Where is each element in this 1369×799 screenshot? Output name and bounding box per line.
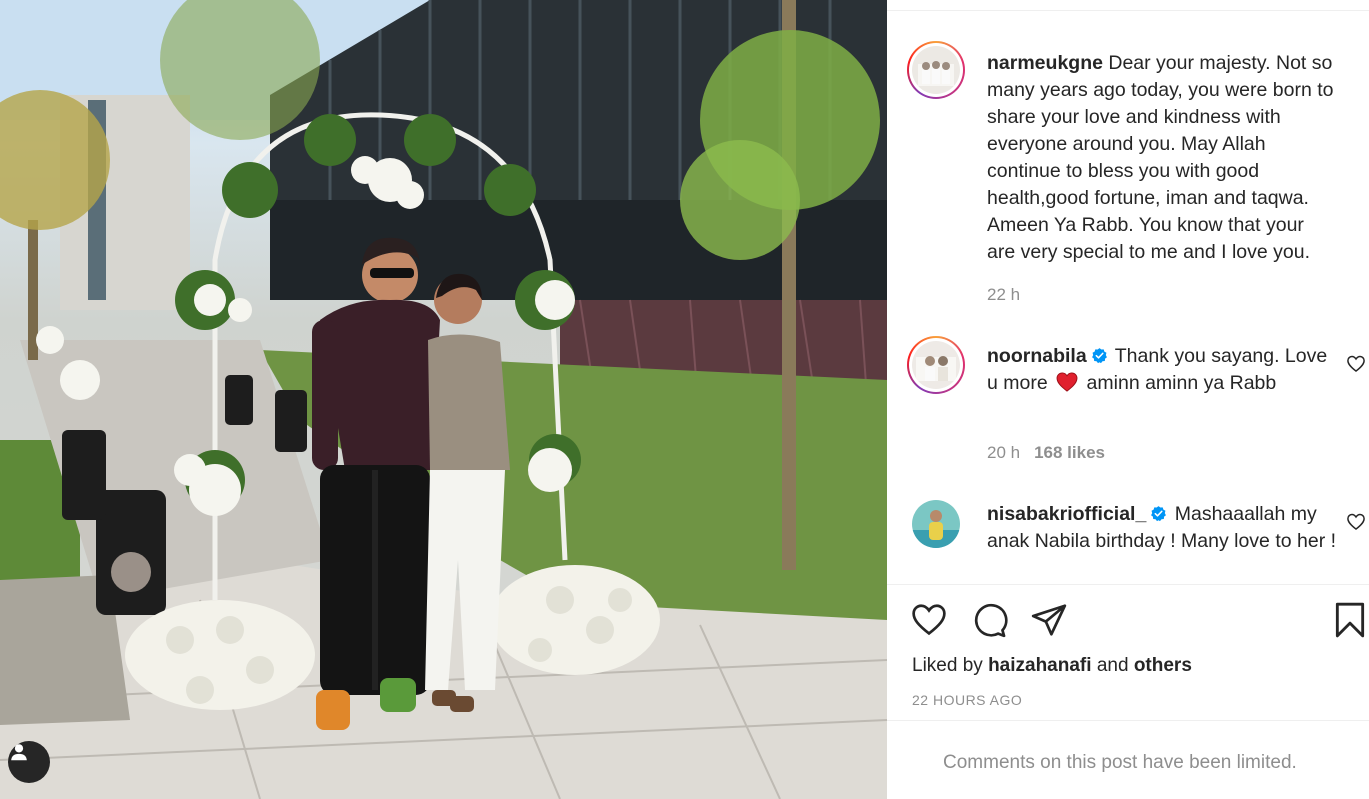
action-bar — [887, 600, 1369, 644]
user-tag-button[interactable] — [8, 741, 50, 783]
comment-username[interactable]: nisabakriofficial_ — [987, 503, 1146, 525]
comment-username[interactable]: noornabila — [987, 345, 1087, 367]
comment-like-heart-icon[interactable] — [1346, 354, 1366, 374]
comment-time[interactable]: 20 h — [987, 443, 1020, 462]
avatar-image — [912, 46, 960, 94]
avatar-image — [912, 341, 960, 389]
comment-like-heart-icon[interactable] — [1346, 512, 1366, 532]
save-button[interactable] — [1330, 600, 1369, 640]
liked-by-user[interactable]: haizahanafi — [988, 655, 1091, 676]
post-photo[interactable] — [0, 0, 887, 799]
comment-likes[interactable]: 168 likes — [1034, 443, 1105, 462]
caption-username[interactable]: narmeukgne — [987, 52, 1103, 74]
caption-avatar[interactable] — [907, 41, 965, 99]
liked-by-prefix: Liked by — [912, 655, 983, 676]
user-tag-icon — [11, 744, 27, 761]
actions-divider — [887, 584, 1369, 585]
comment-meta: 20 h 168 likes — [987, 443, 1105, 463]
comment-button[interactable] — [969, 600, 1009, 640]
comment-text: nisabakriofficial_ Mashaaallah my anak N… — [987, 501, 1337, 555]
comment-avatar[interactable] — [907, 336, 965, 394]
caption-meta: 22 h — [987, 285, 1020, 305]
post-image — [0, 0, 887, 799]
like-button[interactable] — [909, 600, 949, 640]
bookmark-icon — [1335, 602, 1365, 638]
verified-badge-icon — [1091, 348, 1107, 364]
caption-time[interactable]: 22 h — [987, 285, 1020, 304]
caption-body: Dear your majesty. Not so many years ago… — [987, 52, 1334, 263]
caption-text: narmeukgne Dear your majesty. Not so man… — [987, 50, 1337, 266]
avatar-image — [912, 500, 960, 548]
comments-divider — [887, 720, 1369, 721]
comments-limited-notice: Comments on this post have been limited. — [943, 752, 1297, 773]
share-button[interactable] — [1029, 600, 1069, 640]
red-heart-emoji-icon — [1056, 372, 1078, 392]
comment-text: noornabila Thank you sayang. Love u more… — [987, 343, 1337, 397]
comment-icon — [974, 603, 1008, 638]
post-side-panel: narmeukgne Dear your majesty. Not so man… — [887, 0, 1369, 799]
comment-avatar[interactable] — [912, 500, 960, 548]
verified-badge-icon — [1151, 506, 1167, 522]
panel-top-border — [887, 10, 1369, 11]
comment-body-after: aminn aminn ya Rabb — [1086, 372, 1277, 394]
paper-plane-icon — [1031, 604, 1067, 636]
heart-icon — [912, 604, 946, 636]
liked-by-others[interactable]: others — [1134, 655, 1192, 676]
liked-by-line: Liked by haizahanafi and others — [912, 655, 1192, 677]
liked-by-middle: and — [1096, 655, 1129, 676]
post-timestamp[interactable]: 22 HOURS AGO — [912, 692, 1022, 708]
